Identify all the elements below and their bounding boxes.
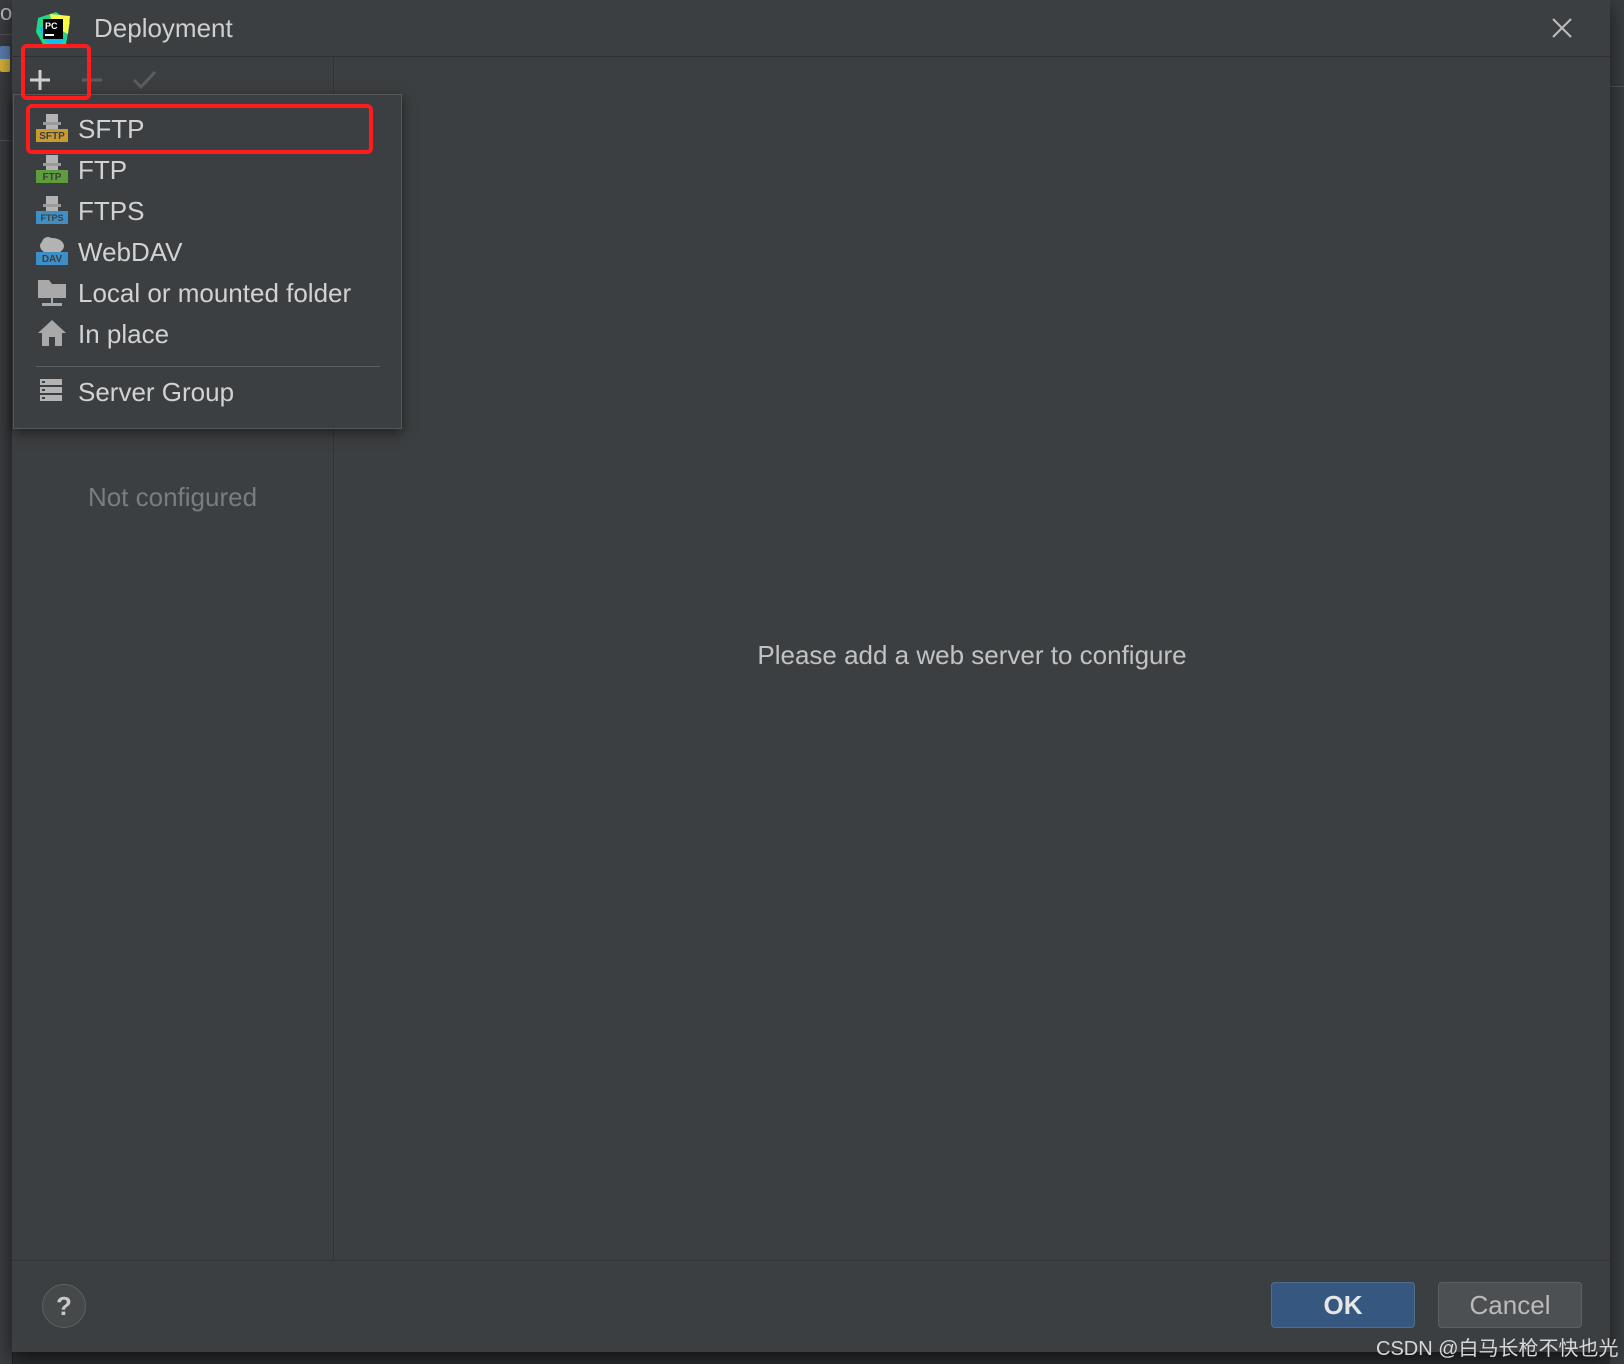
menu-item-label: SFTP [78, 114, 145, 144]
plus-icon[interactable] [24, 63, 56, 95]
menu-item-label: FTPS [78, 196, 145, 226]
server-list-toolbar [12, 57, 333, 97]
dialog-titlebar: PC Deployment [12, 0, 1610, 57]
divider [1610, 86, 1624, 87]
ok-button[interactable]: OK [1271, 1282, 1415, 1328]
webdav-icon: DAV [36, 237, 68, 265]
csdn-watermark: CSDN @白马长枪不快也光 [1376, 1338, 1619, 1360]
python-file-icon [0, 46, 10, 72]
webdav-badge-text: DAV [42, 254, 63, 265]
sftp-badge-text: SFTP [39, 131, 65, 142]
close-icon[interactable] [1546, 12, 1578, 44]
background-text-fragment: o [0, 0, 13, 25]
server-group-icon [40, 379, 62, 401]
ftp-badge-text: FTP [43, 172, 62, 183]
menu-item-webdav[interactable]: DAV WebDAV [24, 231, 388, 271]
pycharm-logo-icon: PC [36, 12, 70, 46]
empty-state-label: Not configured [87, 482, 258, 512]
background-ide-strip-right [1610, 0, 1624, 1364]
ftps-badge-text: FTPS [40, 213, 63, 223]
main-placeholder-text: Please add a web server to configure [757, 640, 1187, 670]
minus-icon[interactable] [76, 63, 108, 95]
folder-icon [38, 280, 66, 306]
svg-text:PC: PC [45, 21, 58, 31]
menu-item-in-place[interactable]: In place [24, 313, 388, 353]
menu-item-label: Local or mounted folder [78, 278, 352, 308]
cancel-button[interactable]: Cancel [1438, 1282, 1582, 1328]
menu-item-server-group[interactable]: Server Group [24, 371, 388, 411]
menu-item-local-folder[interactable]: Local or mounted folder [24, 272, 388, 312]
add-server-menu: SFTP SFTP FTP FTP FTPS FTPS DAV WebDAV L… [13, 94, 402, 429]
sftp-icon: SFTP [36, 114, 68, 142]
help-button[interactable]: ? [42, 1284, 86, 1328]
footer-divider [12, 1260, 1610, 1261]
dialog-title: Deployment [94, 13, 233, 43]
check-icon[interactable] [128, 63, 160, 95]
divider [0, 140, 12, 141]
home-icon [38, 320, 66, 346]
menu-item-sftp[interactable]: SFTP SFTP [24, 108, 388, 148]
menu-item-label: FTP [78, 155, 128, 185]
menu-item-label: In place [78, 319, 170, 349]
menu-item-label: WebDAV [78, 237, 183, 267]
ftp-icon: FTP [36, 155, 68, 183]
menu-item-ftp[interactable]: FTP FTP [24, 149, 388, 189]
deployment-dialog: PC Deployment Not configured Please add … [12, 0, 1610, 1352]
divider [0, 34, 12, 35]
menu-item-label: Server Group [78, 377, 235, 407]
menu-separator [36, 366, 380, 367]
menu-item-ftps[interactable]: FTPS FTPS [24, 190, 388, 230]
ftps-icon: FTPS [36, 196, 68, 224]
